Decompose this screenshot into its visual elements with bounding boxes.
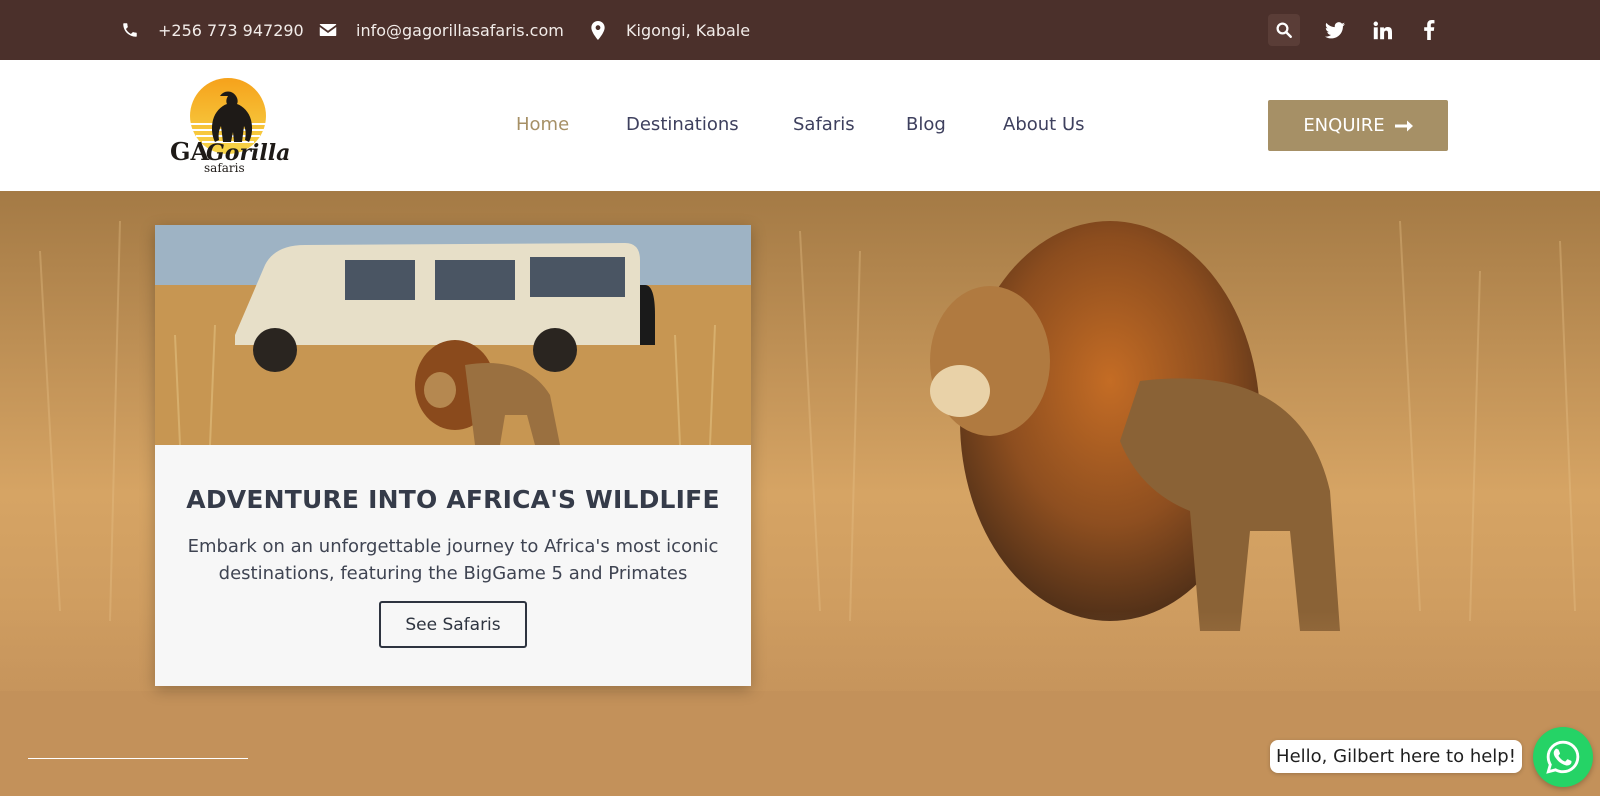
top-contact-bar: +256 773 947290 info@gagorillasafaris.co… [0, 0, 1600, 60]
facebook-link[interactable] [1413, 14, 1445, 46]
chat-greeting-bubble[interactable]: Hello, Gilbert here to help! [1270, 740, 1522, 773]
phone-text: +256 773 947290 [158, 20, 304, 40]
enquire-button[interactable]: ENQUIRE [1268, 100, 1448, 151]
nav-destinations[interactable]: Destinations [626, 114, 739, 135]
nav-safaris[interactable]: Safaris [793, 114, 855, 135]
envelope-icon [318, 20, 338, 40]
see-safaris-button[interactable]: See Safaris [379, 601, 527, 648]
nav-home[interactable]: Home [516, 114, 569, 135]
search-icon [1276, 22, 1292, 38]
safari-vehicle-image [155, 225, 751, 445]
chat-greeting-text: Hello, Gilbert here to help! [1276, 746, 1516, 767]
site-logo[interactable]: GA Gorilla safaris [170, 76, 290, 176]
enquire-label: ENQUIRE [1303, 115, 1385, 136]
map-pin-icon [588, 20, 608, 40]
location-contact: Kigongi, Kabale [588, 0, 750, 60]
hero-card-body: ADVENTURE INTO AFRICA'S WILDLIFE Embark … [155, 445, 751, 686]
nav-about-us[interactable]: About Us [1003, 114, 1085, 135]
search-button[interactable] [1268, 14, 1300, 46]
divider-line [28, 758, 248, 759]
site-header: GA Gorilla safaris Home Destinations Saf… [0, 60, 1600, 191]
hero-card: ADVENTURE INTO AFRICA'S WILDLIFE Embark … [155, 225, 751, 686]
nav-blog[interactable]: Blog [906, 114, 946, 135]
email-text: info@gagorillasafaris.com [356, 20, 564, 40]
email-contact[interactable]: info@gagorillasafaris.com [318, 0, 564, 60]
arrow-right-icon [1394, 120, 1413, 131]
hero-title: ADVENTURE INTO AFRICA'S WILDLIFE [186, 485, 720, 514]
linkedin-icon [1373, 21, 1392, 39]
whatsapp-chat-button[interactable] [1533, 727, 1593, 787]
location-text: Kigongi, Kabale [626, 20, 751, 40]
facebook-icon [1424, 20, 1435, 40]
twitter-icon [1325, 21, 1345, 38]
gorilla-logo-icon: GA Gorilla safaris [170, 78, 290, 175]
whatsapp-icon [1546, 740, 1580, 774]
twitter-link[interactable] [1319, 14, 1351, 46]
svg-text:safaris: safaris [204, 161, 245, 175]
phone-contact[interactable]: +256 773 947290 [120, 0, 304, 60]
phone-icon [120, 20, 140, 40]
linkedin-link[interactable] [1366, 14, 1398, 46]
hero-description: Embark on an unforgettable journey to Af… [187, 536, 719, 584]
